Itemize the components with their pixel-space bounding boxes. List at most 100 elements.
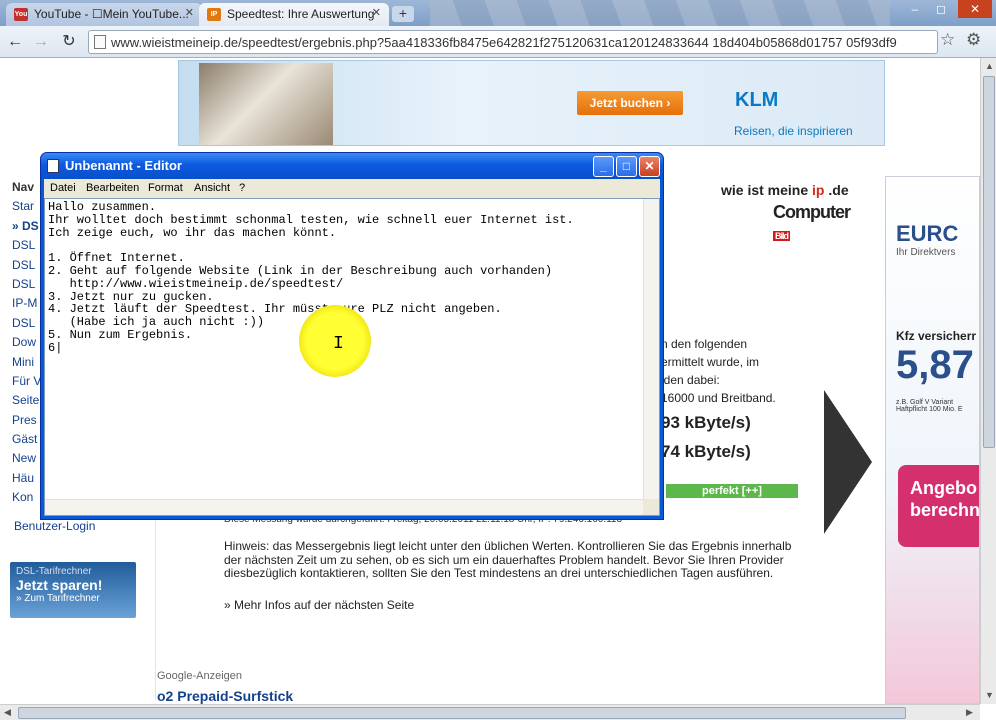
sidebar-item[interactable]: DSL	[12, 277, 42, 296]
text-cursor-icon: I	[333, 334, 344, 354]
ad-kfz: Kfz versicherr	[896, 329, 977, 343]
maximize-button[interactable]: ◻	[928, 0, 954, 18]
notepad-title: Unbenannt - Editor	[65, 158, 182, 173]
page-vertical-scrollbar[interactable]: ▲ ▼	[980, 58, 996, 704]
computerbild-logo: Computer Bild	[773, 202, 851, 244]
close-icon[interactable]: ✕	[372, 6, 381, 19]
notepad-close-button[interactable]: ✕	[639, 156, 660, 177]
ip-icon: IP	[207, 8, 221, 21]
scroll-left-icon[interactable]: ◀	[4, 707, 11, 718]
o2-ad-link[interactable]: o2 Prepaid-Surfstick	[157, 688, 293, 704]
rating-badge: perfekt [++]	[666, 484, 798, 498]
result-text: n den folgenden ermittelt wurde, im iden…	[661, 335, 776, 407]
logo-tld: .de	[824, 182, 849, 198]
result-line: ermittelt wurde, im	[661, 355, 760, 369]
window-decoration	[430, 0, 890, 26]
back-arrow-icon[interactable]: ←	[4, 31, 26, 53]
sidebar-item[interactable]: » DS	[12, 219, 42, 238]
sidebar-item[interactable]: Star	[12, 199, 42, 218]
scroll-right-icon[interactable]: ▶	[966, 707, 973, 718]
wrench-icon[interactable]: ⚙	[966, 30, 981, 50]
minimize-button[interactable]: –	[902, 0, 928, 18]
menu-help[interactable]: ?	[239, 182, 245, 194]
tarif-ad[interactable]: DSL-Tarifrechner Jetzt sparen! » Zum Tar…	[10, 562, 136, 618]
tarif-cta: Jetzt sparen!	[16, 577, 103, 593]
tab-speedtest[interactable]: IP Speedtest: Ihre Auswertung ✕	[199, 3, 389, 26]
notepad-menu-bar: Datei Bearbeiten Format Ansicht ?	[44, 179, 660, 198]
page-horizontal-scrollbar[interactable]: ◀ ▶	[0, 704, 980, 720]
ad-photo	[199, 63, 333, 145]
close-window-button[interactable]: ✕	[958, 0, 992, 18]
close-icon[interactable]: ✕	[185, 6, 194, 19]
tab-youtube[interactable]: You YouTube - ☐Mein YouTube... ✕	[6, 3, 202, 26]
more-info-link[interactable]: » Mehr Infos auf der nächsten Seite	[224, 598, 414, 612]
login-link[interactable]: Benutzer-Login	[14, 519, 95, 533]
address-text: www.wieistmeineip.de/speedtest/ergebnis.…	[111, 35, 897, 50]
tab-label: Speedtest: Ihre Auswertung	[227, 7, 375, 21]
book-now-button[interactable]: Jetzt buchen ›	[577, 91, 683, 115]
menu-format[interactable]: Format	[148, 182, 183, 194]
ad-slogan: Reisen, die inspirieren	[734, 124, 853, 138]
sidebar-item[interactable]: Kon	[12, 490, 42, 509]
browser-toolbar: ← → ↻ www.wieistmeineip.de/speedtest/erg…	[0, 26, 996, 58]
ad-brand-sub: Ihr Direktvers	[896, 247, 956, 258]
address-bar[interactable]: www.wieistmeineip.de/speedtest/ergebnis.…	[88, 30, 938, 54]
scroll-thumb[interactable]	[983, 76, 995, 448]
google-ads-label: Google-Anzeigen	[157, 670, 243, 682]
sidebar-item[interactable]: DSL	[12, 258, 42, 277]
sidebar-item[interactable]: DSL	[12, 316, 42, 335]
sidebar-item[interactable]: Gäst	[12, 432, 42, 451]
new-tab-button[interactable]: +	[392, 6, 414, 22]
tarif-link[interactable]: » Zum Tarifrechner	[16, 593, 130, 604]
sidebar-item[interactable]: Mini	[12, 355, 42, 374]
menu-ansicht[interactable]: Ansicht	[194, 182, 230, 194]
sidebar-item[interactable]: DSL	[12, 238, 42, 257]
page-icon	[94, 35, 106, 49]
menu-datei[interactable]: Datei	[50, 182, 76, 194]
scroll-thumb[interactable]	[18, 707, 906, 719]
sidebar-item[interactable]: New	[12, 451, 42, 470]
result-line: n den folgenden	[661, 337, 748, 351]
next-arrow-icon[interactable]	[824, 390, 872, 534]
sidebar-item[interactable]: Häu	[12, 471, 42, 490]
site-sidebar: Nav Star » DS DSL DSL DSL IP-M DSL Dow M…	[12, 180, 42, 510]
insurance-ad[interactable]: EURC Ihr Direktvers Kfz versicherr 5,87 …	[885, 176, 980, 704]
upload-speed: 74 kByte/s)	[661, 442, 751, 461]
sidebar-item[interactable]: Seite	[12, 393, 42, 412]
sidebar-item[interactable]: IP-M	[12, 296, 42, 315]
site-logo[interactable]: wie ist meine ip .de	[721, 182, 849, 198]
hint-text: Hinweis: das Messergebnis liegt leicht u…	[224, 539, 792, 581]
resize-grip-icon[interactable]	[643, 499, 659, 515]
result-line: iden dabei:	[661, 373, 720, 387]
klm-logo: KLM	[735, 89, 779, 111]
menu-bearbeiten[interactable]: Bearbeiten	[86, 182, 139, 194]
logo-ip: ip	[812, 182, 825, 198]
reload-icon[interactable]: ↻	[58, 31, 80, 53]
sidebar-heading: Nav	[12, 180, 35, 194]
download-speed: 93 kByte/s)	[661, 413, 751, 432]
tab-label: YouTube - ☐Mein YouTube...	[34, 7, 189, 21]
result-line: 16000 und Breitband.	[661, 391, 776, 405]
forward-arrow-icon[interactable]: →	[30, 31, 52, 53]
notepad-horizontal-scrollbar[interactable]	[45, 499, 643, 515]
logo-computer: Computer	[773, 202, 851, 222]
scroll-up-icon[interactable]: ▲	[985, 61, 994, 71]
tarif-title: DSL-Tarifrechner	[16, 566, 92, 577]
youtube-icon: You	[14, 8, 28, 21]
notepad-vertical-scrollbar[interactable]	[643, 199, 659, 499]
notepad-minimize-button[interactable]: _	[593, 156, 614, 177]
sidebar-item[interactable]: Für V	[12, 374, 42, 393]
ad-small-print: z.B. Golf V Variant Haftpflicht 100 Mio.…	[896, 399, 963, 413]
scroll-down-icon[interactable]: ▼	[985, 690, 994, 700]
sidebar-item[interactable]: Pres	[12, 413, 42, 432]
star-icon[interactable]: ☆	[940, 30, 955, 50]
ad-offer-button[interactable]: Angebo berechn	[898, 465, 979, 547]
klm-banner-ad[interactable]: Jetzt buchen › KLM Reisen, die inspirier…	[178, 60, 885, 146]
notepad-maximize-button[interactable]: □	[616, 156, 637, 177]
notepad-title-bar[interactable]: Unbenannt - Editor _ □ ✕	[41, 153, 663, 179]
sidebar-item[interactable]: Dow	[12, 335, 42, 354]
tab-strip: You YouTube - ☐Mein YouTube... ✕ IP Spee…	[0, 0, 996, 26]
notepad-icon	[47, 159, 59, 173]
ad-brand: EURC	[896, 221, 959, 246]
logo-text: wie ist meine	[721, 182, 813, 198]
